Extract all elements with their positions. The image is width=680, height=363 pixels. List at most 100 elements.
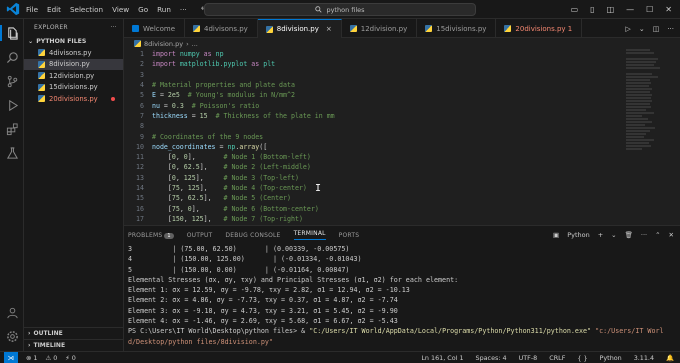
breadcrumb-file[interactable]: 8division.py xyxy=(144,40,183,48)
python-icon xyxy=(134,40,141,47)
file-item-4divisons[interactable]: 4divisons.py xyxy=(24,47,123,59)
tab-8division[interactable]: 8division.py × xyxy=(257,19,342,38)
line-number: 11 xyxy=(136,153,144,162)
tab-15divisions[interactable]: 15divisions.py xyxy=(417,19,497,38)
accounts-icon[interactable] xyxy=(5,305,19,319)
code-text: E = 2e5 # Young's modulus in N/mm^2 xyxy=(152,91,295,100)
code-line: 15 [75, 62.5], # Node 5 (Center) xyxy=(124,193,680,203)
terminal-prompt: PS C:\Users\IT World\Desktop\python file… xyxy=(128,327,302,336)
tab-problems[interactable]: PROBLEMS 1 xyxy=(128,232,174,239)
explorer-more-icon[interactable]: ··· xyxy=(110,24,117,31)
source-control-icon[interactable] xyxy=(5,74,19,88)
minimap[interactable] xyxy=(626,49,666,169)
end-of-line[interactable]: CRLF xyxy=(549,354,565,362)
tab-debug-console[interactable]: DEBUG CONSOLE xyxy=(225,232,280,239)
file-name: 8division.py xyxy=(49,60,90,69)
terminal-line: Element 1: σx = 12.59, σy = -9.78, τxy =… xyxy=(128,286,410,295)
minimap-line xyxy=(626,67,660,69)
title-bar: File Edit Selection View Go Run ··· ← → … xyxy=(0,0,680,19)
code-editor[interactable]: 1 import numpy as np 2 import matplotlib.py… xyxy=(124,49,680,225)
close-window-icon[interactable]: ✕ xyxy=(665,5,672,14)
minimize-icon[interactable]: — xyxy=(626,5,634,14)
close-tab-icon[interactable]: × xyxy=(326,25,332,33)
command-center-search[interactable]: python files xyxy=(204,3,476,16)
tab-welcome[interactable]: Welcome xyxy=(124,19,186,38)
chevron-down-icon[interactable]: ⌄ xyxy=(611,231,616,239)
code-line: 6 nu = 0.3 # Poisson's ratio xyxy=(124,100,680,110)
settings-gear-icon[interactable] xyxy=(5,329,19,343)
line-number: 6 xyxy=(140,101,144,110)
menu-selection[interactable]: Selection xyxy=(70,5,103,14)
notifications-bell-icon[interactable]: 🔔 xyxy=(666,354,674,362)
code-text: [75, 125], # Node 4 (Top-center) xyxy=(152,184,307,192)
language-mode[interactable]: Python xyxy=(600,354,622,362)
testing-icon[interactable] xyxy=(5,146,19,160)
menu-run[interactable]: Run xyxy=(157,5,171,14)
tab-4divisons[interactable]: 4divisons.py xyxy=(185,19,258,38)
file-item-12division[interactable]: 12division.py xyxy=(24,70,123,82)
trash-icon[interactable]: 🗑 xyxy=(625,231,633,239)
python-icon xyxy=(425,25,433,32)
outline-section[interactable]: › OUTLINE xyxy=(24,327,124,338)
cursor-position[interactable]: Ln 161, Col 1 xyxy=(421,354,463,362)
errors-count[interactable]: ⊗ 1 xyxy=(26,354,37,362)
new-terminal-icon[interactable]: + xyxy=(598,231,603,239)
explorer-icon[interactable] xyxy=(5,26,19,40)
tab-20divisions[interactable]: 20divisions.py 1 xyxy=(496,19,583,38)
indentation[interactable]: Spaces: 4 xyxy=(476,354,507,362)
menu-view[interactable]: View xyxy=(112,5,129,14)
terminal-line: 3 | (75.00, 62.50) | (0.00339, -0.00575) xyxy=(128,245,350,253)
toggle-sidebar-icon[interactable]: ▯ xyxy=(590,5,594,14)
close-panel-icon[interactable]: ✕ xyxy=(669,231,674,239)
terminal-output[interactable]: 3 | (75.00, 62.50) | (0.00339, -0.00575)… xyxy=(124,244,680,352)
extensions-icon[interactable] xyxy=(5,122,19,136)
minimap-line xyxy=(626,130,650,132)
encoding[interactable]: UTF-8 xyxy=(519,354,538,362)
minimap-line xyxy=(626,76,658,78)
remote-icon[interactable]: ⋊ xyxy=(4,351,18,363)
run-dropdown-icon[interactable]: ⌄ xyxy=(639,25,645,33)
minimap-line xyxy=(626,94,653,96)
menu-edit[interactable]: Edit xyxy=(47,5,61,14)
terminal-shell-name[interactable]: Python xyxy=(567,231,590,239)
tab-ports[interactable]: PORTS xyxy=(339,232,360,239)
terminal-line: Element 4: σx = -1.46, σy = 2.69, τxy = … xyxy=(128,317,398,326)
breadcrumb-symbol[interactable]: ... xyxy=(192,40,198,48)
file-item-20divisions[interactable]: 20divisions.py xyxy=(24,93,123,105)
more-actions-icon[interactable]: ··· xyxy=(641,231,647,239)
minimap-line xyxy=(626,97,651,99)
minimap-line xyxy=(626,115,642,117)
tab-12division[interactable]: 12division.py xyxy=(342,19,418,38)
folder-header[interactable]: ⌄ PYTHON FILES xyxy=(24,35,123,47)
minimap-line xyxy=(626,121,653,123)
run-python-icon[interactable]: ▷ xyxy=(625,25,630,33)
python-version[interactable]: 3.11.4 xyxy=(634,354,654,362)
search-icon[interactable] xyxy=(5,50,19,64)
split-editor-icon[interactable]: ◫ xyxy=(653,25,660,33)
minimap-line xyxy=(626,88,652,90)
tab-terminal[interactable]: TERMINAL xyxy=(293,230,326,240)
code-text: # Coordinates of the 9 nodes xyxy=(152,132,264,141)
menu-more[interactable]: ··· xyxy=(180,5,187,14)
menu-go[interactable]: Go xyxy=(138,5,148,14)
terminal-prompt-line: PS C:\Users\IT World\Desktop\python file… xyxy=(128,326,680,336)
timeline-section[interactable]: › TIMELINE xyxy=(24,339,124,350)
python-file-icon xyxy=(38,60,45,68)
ports-count[interactable]: ⚡ 0 xyxy=(65,354,76,362)
more-actions-icon[interactable]: ··· xyxy=(667,25,674,33)
tab-output[interactable]: OUTPUT xyxy=(187,232,213,239)
file-item-8division[interactable]: 8division.py xyxy=(24,58,123,70)
maximize-panel-icon[interactable]: ⌃ xyxy=(655,231,660,239)
language-braces-icon[interactable]: { } xyxy=(577,354,587,362)
maximize-icon[interactable]: ☐ xyxy=(646,5,653,14)
toggle-panel-icon[interactable]: ▭ xyxy=(571,5,579,14)
folder-name: PYTHON FILES xyxy=(36,37,87,45)
code-line: 4 # Material properties and plate data xyxy=(124,80,680,90)
warnings-count[interactable]: ⚠ 0 xyxy=(45,354,57,362)
tab-label: 4divisons.py xyxy=(204,24,248,33)
panel-actions: ▣ Python + ⌄ 🗑 ··· ⌃ ✕ xyxy=(553,226,674,244)
layout-icon[interactable]: ◫ xyxy=(607,5,615,14)
run-debug-icon[interactable] xyxy=(5,98,19,112)
file-item-15divisions[interactable]: 15divisions.py xyxy=(24,82,123,94)
menu-file[interactable]: File xyxy=(26,5,38,14)
